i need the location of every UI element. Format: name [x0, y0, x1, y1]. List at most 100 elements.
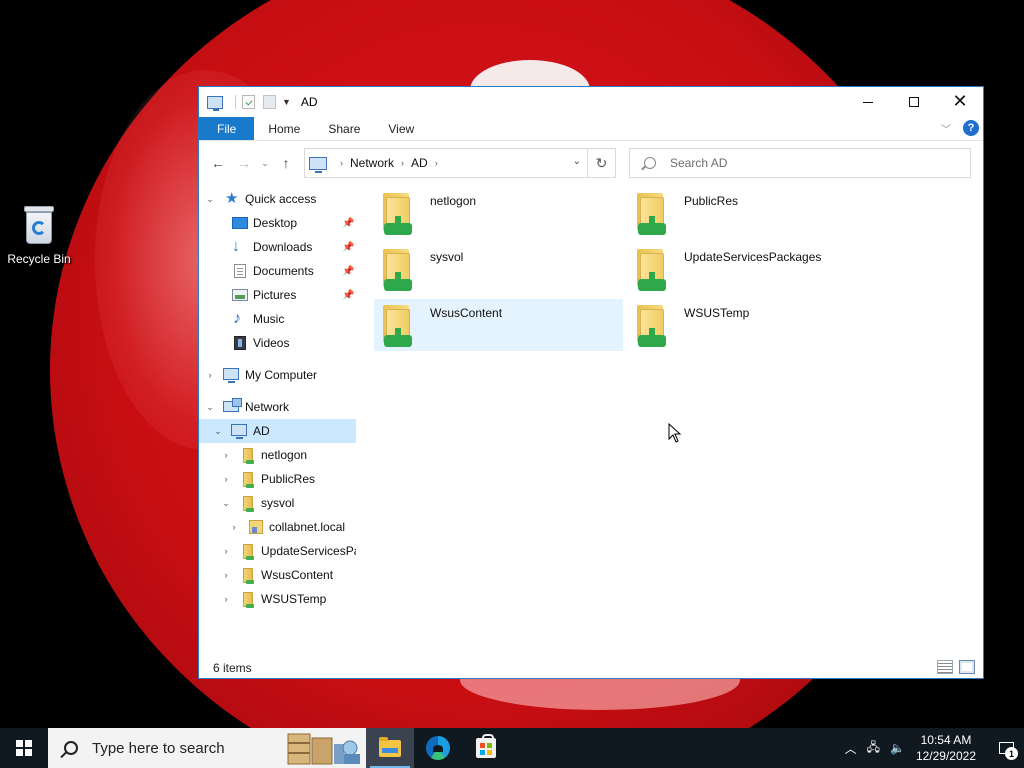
chevron-right-icon[interactable]: ›: [205, 370, 215, 380]
refresh-icon[interactable]: ↻: [587, 149, 615, 177]
expand-ribbon-icon[interactable]: ﹀: [941, 121, 951, 136]
nav-item-ad[interactable]: ⌄ AD: [199, 419, 356, 443]
chevron-down-icon[interactable]: ⌄: [213, 426, 223, 437]
view-switcher: [931, 660, 975, 674]
computer-icon: [223, 368, 239, 383]
computer-icon: [309, 156, 327, 173]
chevron-right-icon[interactable]: ›: [221, 546, 231, 556]
recent-locations-icon[interactable]: ⌄: [257, 158, 273, 169]
desktop-icon-recycle-bin[interactable]: Recycle Bin: [4, 204, 74, 266]
nav-item-netlogon[interactable]: › netlogon: [199, 443, 356, 467]
clock[interactable]: 10:54 AM 12/29/2022: [916, 732, 976, 764]
close-button[interactable]: ✕: [937, 87, 983, 117]
share-item-sysvol[interactable]: sysvol: [374, 243, 623, 295]
search-highlight-illustration-icon: [287, 733, 360, 765]
search-box[interactable]: Search AD: [629, 148, 971, 178]
nav-item-sysvol[interactable]: ⌄ sysvol: [199, 491, 356, 515]
chevron-right-icon[interactable]: ›: [229, 522, 239, 532]
address-history-icon[interactable]: ⌄: [573, 156, 581, 167]
new-folder-icon[interactable]: [263, 95, 276, 109]
chevron-right-icon[interactable]: ›: [221, 450, 231, 460]
nav-item-label: collabnet.local: [269, 520, 346, 534]
nav-item-label: Videos: [253, 336, 290, 350]
nav-item-desktop[interactable]: Desktop 📌: [199, 211, 356, 235]
share-folder-icon: [243, 567, 254, 584]
share-folder-icon: [243, 543, 254, 560]
nav-item-downloads[interactable]: ↓ Downloads 📌: [199, 235, 356, 259]
forward-arrow-icon[interactable]: →: [231, 155, 257, 171]
action-center-button[interactable]: 1: [988, 728, 1024, 768]
nav-item-pictures[interactable]: Pictures 📌: [199, 283, 356, 307]
nav-item-music[interactable]: ♪ Music: [199, 307, 356, 331]
share-item-wsustemp[interactable]: WSUSTemp: [628, 299, 877, 351]
chevron-right-icon[interactable]: ›: [221, 474, 231, 484]
share-item-wsuscontent[interactable]: WsusContent: [374, 299, 623, 351]
music-icon: ♪: [233, 310, 241, 327]
network-status-icon[interactable]: 🖧: [867, 738, 880, 759]
maximize-icon: [909, 97, 919, 107]
taskbar-app-file-explorer[interactable]: [366, 728, 414, 768]
nav-item-label: Desktop: [253, 216, 298, 230]
chevron-up-icon[interactable]: ︿: [845, 740, 857, 757]
customize-toolbar-icon[interactable]: ▼: [282, 97, 291, 107]
nav-item-videos[interactable]: Videos: [199, 331, 356, 355]
network-icon: [223, 398, 242, 412]
pin-icon[interactable]: 📌: [342, 290, 354, 301]
share-item-publicres[interactable]: PublicRes: [628, 187, 877, 239]
nav-item-wsustemp[interactable]: › WSUSTemp: [199, 587, 356, 611]
taskbar-app-edge[interactable]: [414, 728, 462, 768]
tab-home[interactable]: Home: [254, 117, 314, 140]
tab-view[interactable]: View: [374, 117, 428, 140]
back-arrow-icon[interactable]: ←: [205, 155, 231, 171]
nav-item-quick-access[interactable]: ⌄ ★ Quick access: [199, 187, 356, 211]
network-share-icon: [380, 249, 416, 293]
minimize-button[interactable]: [845, 87, 891, 117]
pin-icon[interactable]: 📌: [342, 218, 354, 229]
up-arrow-icon[interactable]: ↑: [273, 155, 299, 171]
item-count: 6 items: [213, 661, 252, 675]
chevron-down-icon[interactable]: ⌄: [221, 498, 231, 509]
network-share-icon: [634, 305, 670, 349]
details-view-icon[interactable]: [937, 660, 953, 674]
help-icon[interactable]: ?: [963, 120, 979, 136]
documents-icon: [234, 264, 246, 278]
share-item-netlogon[interactable]: netlogon: [374, 187, 623, 239]
nav-item-my-computer[interactable]: › My Computer: [199, 363, 356, 387]
nav-item-label: Downloads: [253, 240, 313, 254]
nav-item-updateservicespackages[interactable]: › UpdateServicesPackages: [199, 539, 356, 563]
nav-item-label: My Computer: [245, 368, 318, 382]
nav-item-documents[interactable]: Documents 📌: [199, 259, 356, 283]
properties-icon[interactable]: [242, 95, 255, 109]
breadcrumb-chevron-icon[interactable]: ›: [435, 158, 438, 168]
chevron-right-icon[interactable]: ›: [221, 594, 231, 604]
nav-item-collabnet-local[interactable]: › collabnet.local: [199, 515, 356, 539]
pin-icon[interactable]: 📌: [342, 266, 354, 277]
chevron-right-icon[interactable]: ›: [221, 570, 231, 580]
breadcrumb-chevron-icon[interactable]: ›: [401, 158, 404, 168]
breadcrumb-ad[interactable]: AD: [411, 156, 428, 170]
nav-item-publicres[interactable]: › PublicRes: [199, 467, 356, 491]
ribbon-right-controls: ﹀ ?: [941, 120, 979, 136]
tab-file[interactable]: File: [199, 117, 255, 140]
share-item-updateservicespackages[interactable]: UpdateServicesPackages: [628, 243, 877, 295]
title-bar[interactable]: ▼ AD ✕: [199, 87, 983, 117]
breadcrumb-network[interactable]: Network: [350, 156, 394, 170]
ribbon-tabs: File Home Share View ﹀ ?: [199, 117, 983, 141]
taskbar-search-box[interactable]: Type here to search: [48, 728, 366, 768]
chevron-down-icon[interactable]: ⌄: [205, 402, 215, 413]
volume-icon[interactable]: 🔈: [890, 741, 905, 755]
item-label: WSUSTemp: [684, 306, 750, 320]
start-button[interactable]: [0, 728, 48, 768]
nav-item-network[interactable]: ⌄ Network: [199, 395, 356, 419]
taskbar-app-store[interactable]: [462, 728, 510, 768]
windows-logo-icon: [16, 740, 32, 756]
tab-share[interactable]: Share: [314, 117, 374, 140]
address-bar[interactable]: › Network › AD › ⌄ ↻: [304, 148, 616, 178]
pin-icon[interactable]: 📌: [342, 242, 354, 253]
nav-item-wsuscontent[interactable]: › WsusContent: [199, 563, 356, 587]
window-title: AD: [300, 95, 318, 109]
chevron-down-icon[interactable]: ⌄: [205, 194, 215, 205]
breadcrumb-chevron-icon[interactable]: ›: [340, 158, 343, 168]
maximize-button[interactable]: [891, 87, 937, 117]
large-icons-view-icon[interactable]: [959, 660, 975, 674]
